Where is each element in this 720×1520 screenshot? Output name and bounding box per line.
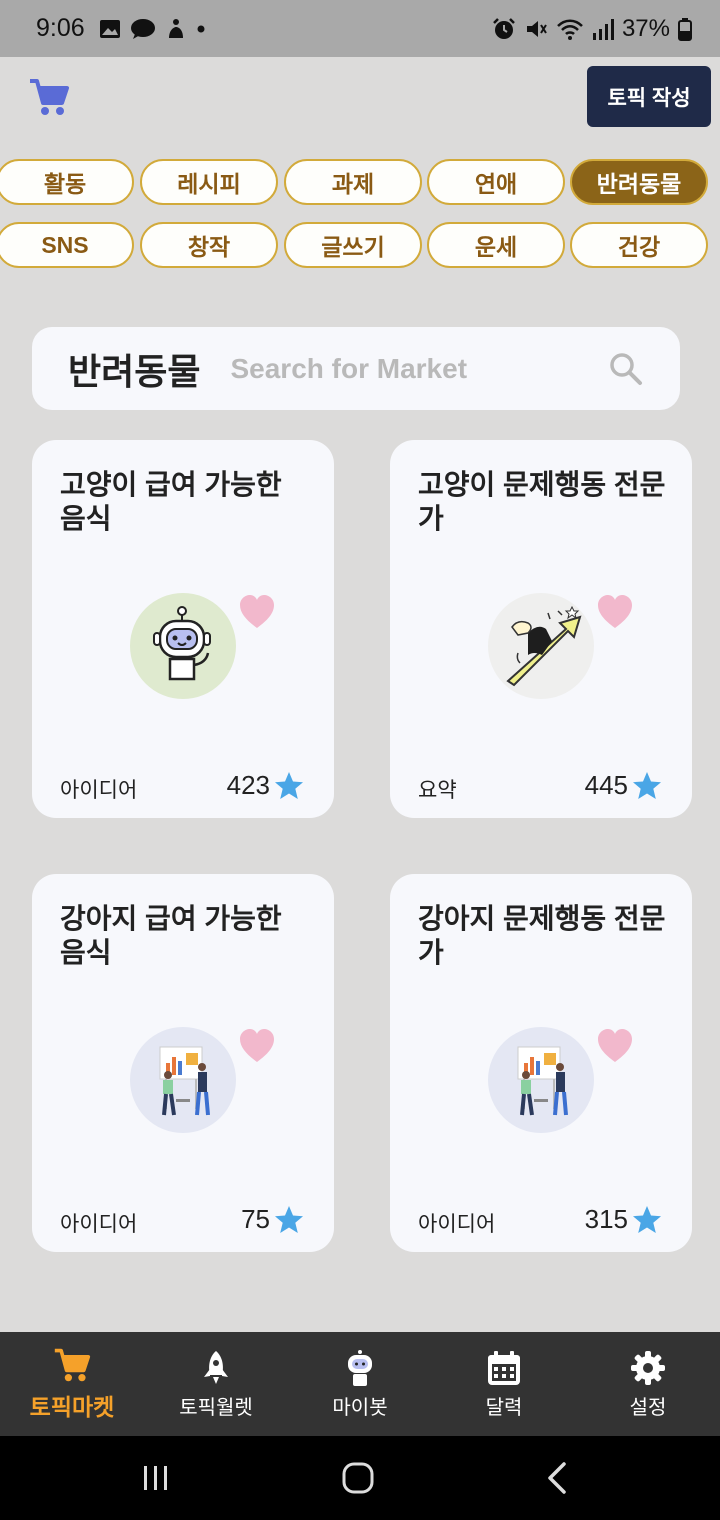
- card-title: 강아지 문제행동 전문가: [418, 903, 666, 968]
- nav-settings[interactable]: 설정: [576, 1332, 720, 1436]
- accessibility-icon: [168, 18, 183, 38]
- card-category: 아이디어: [418, 1213, 496, 1236]
- chip-fortune[interactable]: 운세: [427, 222, 565, 268]
- gallery-icon: [99, 19, 120, 38]
- card-title: 고양이 문제행동 전문가: [418, 469, 666, 534]
- chip-recipe[interactable]: 레시피: [140, 159, 278, 205]
- mute-icon: [526, 20, 547, 37]
- category-row-1: 활동 레시피 과제 연애 반려동물: [0, 159, 720, 207]
- heart-icon[interactable]: [238, 594, 276, 630]
- calendar-icon: [488, 1350, 520, 1385]
- robot-illustration: [130, 593, 236, 699]
- rating-count: 423: [226, 770, 270, 800]
- card-title: 고양이 급여 가능한 음식: [60, 469, 282, 534]
- search-bar: 반려동물: [32, 327, 680, 410]
- business-presentation-illustration: [488, 1027, 594, 1133]
- star-icon: [275, 771, 303, 799]
- topic-card[interactable]: 강아지 문제행동 전문가 아이디어 315: [390, 874, 692, 1252]
- alarm-icon: [493, 17, 515, 39]
- signal-icon: [592, 18, 614, 40]
- search-input[interactable]: [230, 352, 608, 385]
- chip-sns[interactable]: SNS: [0, 222, 134, 268]
- rating-count: 445: [584, 770, 628, 800]
- card-rating: 75: [241, 1204, 304, 1235]
- nav-label: 토픽마켓: [29, 1394, 115, 1420]
- heart-icon[interactable]: [596, 594, 634, 630]
- card-rating: 315: [585, 1204, 662, 1235]
- status-system-icons: 37%: [492, 15, 692, 43]
- create-topic-button[interactable]: 토픽 작성: [587, 66, 711, 127]
- home-icon[interactable]: [338, 1458, 378, 1498]
- star-icon: [275, 1205, 303, 1233]
- nav-topic-market[interactable]: 토픽마켓: [0, 1332, 144, 1436]
- nav-calendar[interactable]: 달력: [432, 1332, 576, 1436]
- recent-apps-icon[interactable]: [136, 1458, 176, 1498]
- status-notification-icons: [99, 18, 206, 40]
- search-category-title: 반려동물: [68, 350, 201, 392]
- card-category: 요약: [418, 779, 457, 802]
- nav-label: 달력: [485, 1396, 523, 1419]
- battery-percent: 37%: [621, 14, 670, 42]
- growth-arrow-illustration: [488, 593, 594, 699]
- status-bar: 9:06 37%: [0, 0, 720, 57]
- heart-icon[interactable]: [238, 1028, 276, 1064]
- nav-label: 설정: [629, 1396, 667, 1419]
- chip-dating[interactable]: 연애: [427, 159, 565, 205]
- wifi-icon: [557, 19, 583, 40]
- category-row-2: SNS 창작 글쓰기 운세 건강: [0, 222, 720, 270]
- topic-card[interactable]: 고양이 급여 가능한 음식 아이디어 423: [32, 440, 334, 818]
- search-icon[interactable]: [608, 351, 644, 387]
- shopping-cart-icon: [54, 1348, 91, 1382]
- rating-count: 315: [584, 1204, 628, 1234]
- nav-label: 토픽월렛: [179, 1396, 253, 1419]
- chip-pets[interactable]: 반려동물: [570, 159, 708, 205]
- chat-icon: [130, 18, 155, 39]
- battery-icon: [678, 17, 692, 41]
- chip-activity[interactable]: 활동: [0, 159, 134, 205]
- chip-health[interactable]: 건강: [570, 222, 708, 268]
- business-presentation-illustration: [130, 1027, 236, 1133]
- card-category: 아이디어: [60, 1213, 138, 1236]
- status-time: 9:06: [36, 14, 85, 42]
- shopping-cart-icon[interactable]: [28, 76, 70, 118]
- star-icon: [633, 771, 661, 799]
- bottom-nav: 토픽마켓 토픽월렛 마이봇 달력 설정: [0, 1332, 720, 1436]
- robot-icon: [348, 1349, 372, 1386]
- rating-count: 75: [241, 1204, 270, 1234]
- system-nav-bar: [0, 1436, 720, 1520]
- back-icon[interactable]: [538, 1458, 578, 1498]
- card-rating: 445: [585, 770, 662, 801]
- chip-creation[interactable]: 창작: [140, 222, 278, 268]
- nav-topic-wallet[interactable]: 토픽월렛: [144, 1332, 288, 1436]
- topic-card[interactable]: 강아지 급여 가능한 음식 아이디어 75: [32, 874, 334, 1252]
- dot-icon: [197, 25, 205, 32]
- card-rating: 423: [227, 770, 304, 801]
- rocket-icon: [204, 1350, 228, 1384]
- nav-label: 마이봇: [332, 1396, 388, 1419]
- card-title: 강아지 급여 가능한 음식: [60, 903, 282, 968]
- heart-icon[interactable]: [596, 1028, 634, 1064]
- card-category: 아이디어: [60, 779, 138, 802]
- chip-writing[interactable]: 글쓰기: [284, 222, 422, 268]
- topic-card[interactable]: 고양이 문제행동 전문가 요약 445: [390, 440, 692, 818]
- nav-my-bot[interactable]: 마이봇: [288, 1332, 432, 1436]
- chip-assignment[interactable]: 과제: [284, 159, 422, 205]
- gear-icon: [631, 1350, 665, 1385]
- star-icon: [633, 1205, 661, 1233]
